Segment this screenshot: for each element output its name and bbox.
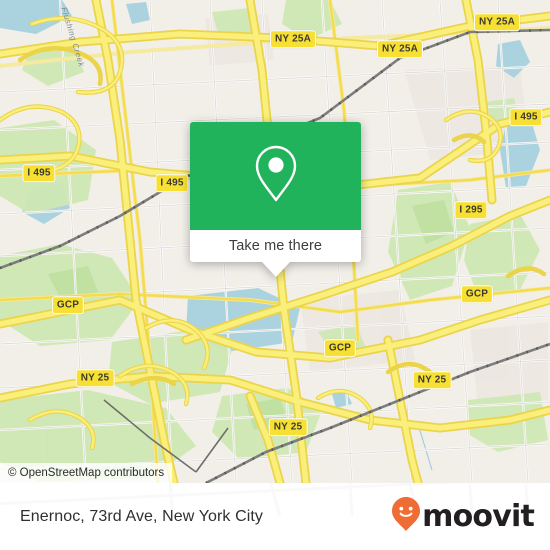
popup-header: [190, 122, 361, 230]
map-canvas[interactable]: Flushing Creek NY 25A NY 25A NY 25A I 495 I …: [0, 0, 550, 483]
moovit-pin-icon: [391, 496, 421, 537]
shield-ny-25a-1: NY 25A: [269, 30, 317, 48]
shield-ny-25a-3: NY 25A: [473, 13, 521, 31]
osm-attribution[interactable]: © OpenStreetMap contributors: [0, 463, 173, 483]
map-pin-icon: [253, 144, 299, 209]
shield-gcp-3: GCP: [460, 285, 494, 303]
shield-i-495-1: I 495: [22, 164, 56, 182]
footer-bar: Enernoc, 73rd Ave, New York City moovit: [0, 483, 550, 550]
shield-gcp-1: GCP: [51, 296, 85, 314]
take-me-there-button[interactable]: Take me there: [190, 230, 361, 262]
moovit-wordmark: moovit: [422, 498, 535, 534]
popup-pointer-arrow: [261, 262, 290, 277]
shield-i-495-3: I 495: [509, 108, 543, 126]
moovit-logo[interactable]: moovit: [391, 496, 535, 537]
shield-ny-25a-2: NY 25A: [376, 40, 424, 58]
shield-i-495-2: I 495: [155, 174, 189, 192]
shield-ny-25-2: NY 25: [412, 371, 452, 389]
osm-attribution-text: © OpenStreetMap contributors: [8, 467, 165, 479]
location-popup-card[interactable]: Take me there: [190, 122, 361, 277]
shield-ny-25-1: NY 25: [75, 369, 115, 387]
take-me-there-label: Take me there: [228, 238, 323, 254]
screenshot-root: Flushing Creek NY 25A NY 25A NY 25A I 495 I …: [0, 0, 550, 550]
location-address-label: Enernoc, 73rd Ave, New York City: [20, 507, 264, 525]
shield-gcp-2: GCP: [323, 339, 357, 357]
shield-i-295-1: I 295: [454, 201, 488, 219]
shield-ny-25-3: NY 25: [268, 418, 308, 436]
